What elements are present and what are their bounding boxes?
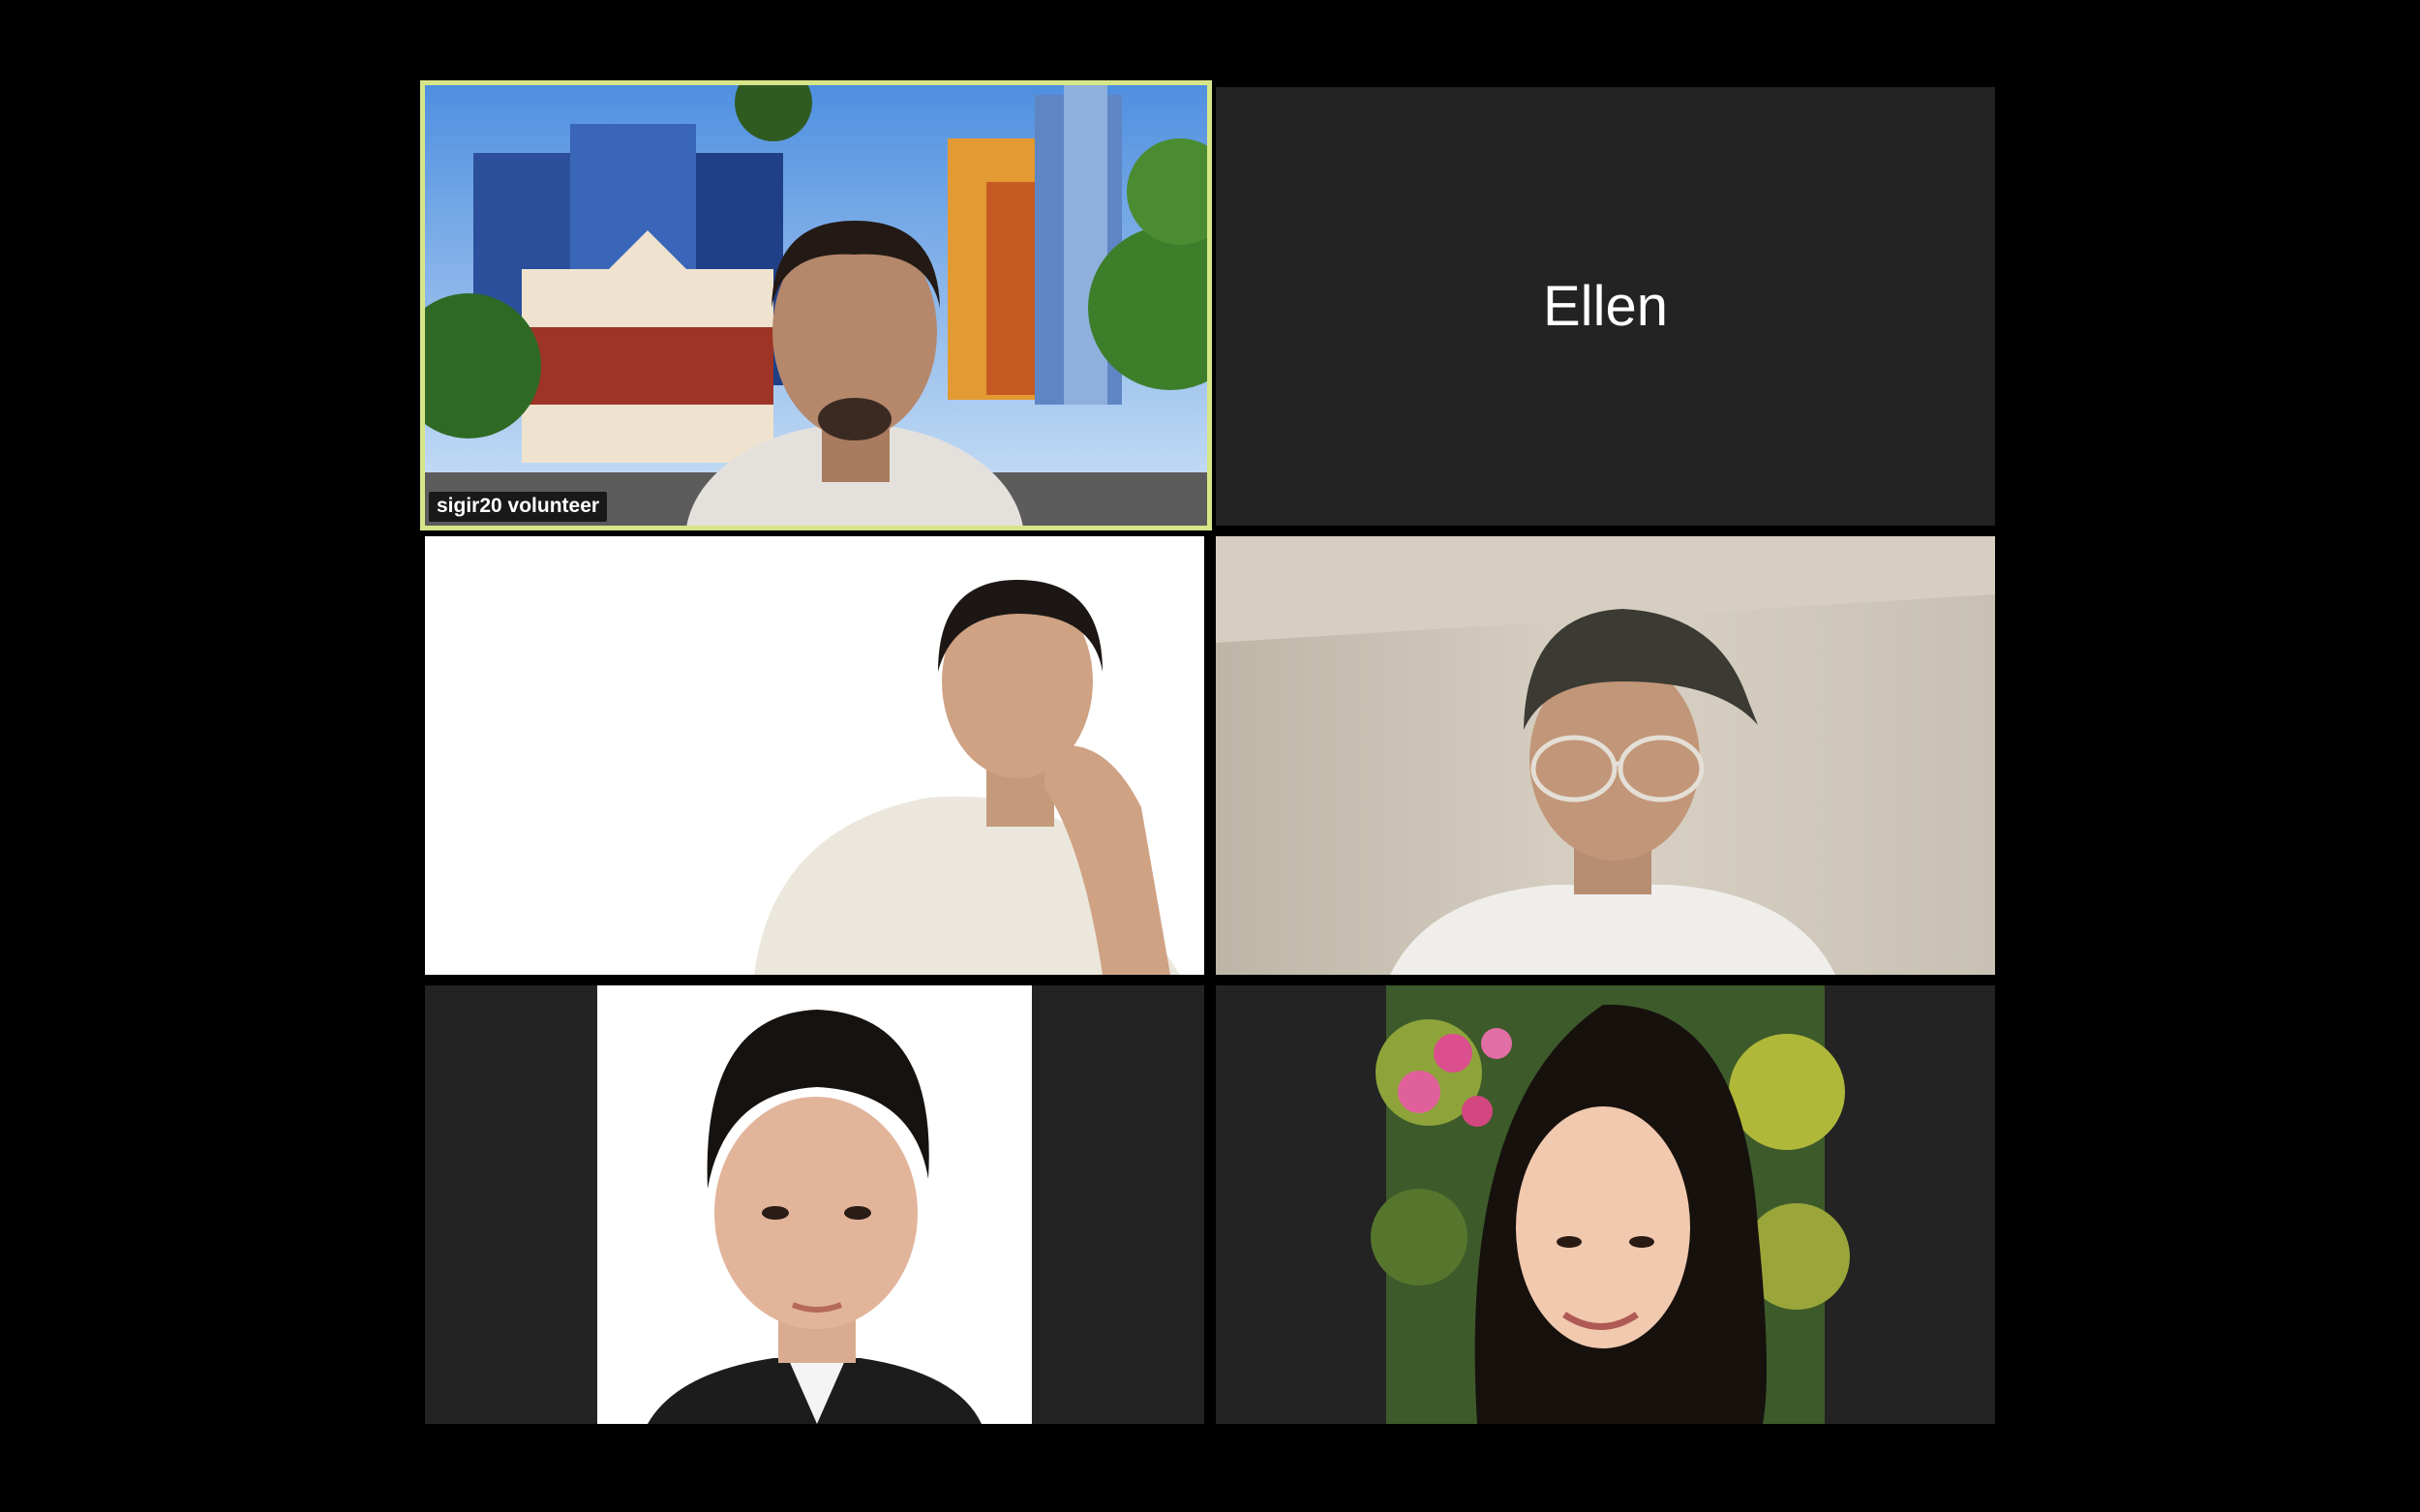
- video-tile-participant-4[interactable]: [1216, 536, 1995, 975]
- participant-video: [425, 85, 1207, 526]
- video-tile-sigir20-volunteer[interactable]: sigir20 volunteer: [425, 85, 1207, 526]
- participant-photo: [1216, 985, 1995, 1424]
- participant-video: [425, 536, 1204, 975]
- participant-name-badge: sigir20 volunteer: [429, 492, 608, 522]
- video-tile-participant-3[interactable]: [425, 536, 1204, 975]
- video-tile-ellen[interactable]: Ellen: [1216, 87, 1995, 526]
- video-tile-participant-5[interactable]: [425, 985, 1204, 1424]
- participant-video: [1216, 536, 1995, 975]
- participant-name: Ellen: [1543, 275, 1668, 338]
- participant-photo: [425, 985, 1204, 1424]
- video-tile-participant-6[interactable]: [1216, 985, 1995, 1424]
